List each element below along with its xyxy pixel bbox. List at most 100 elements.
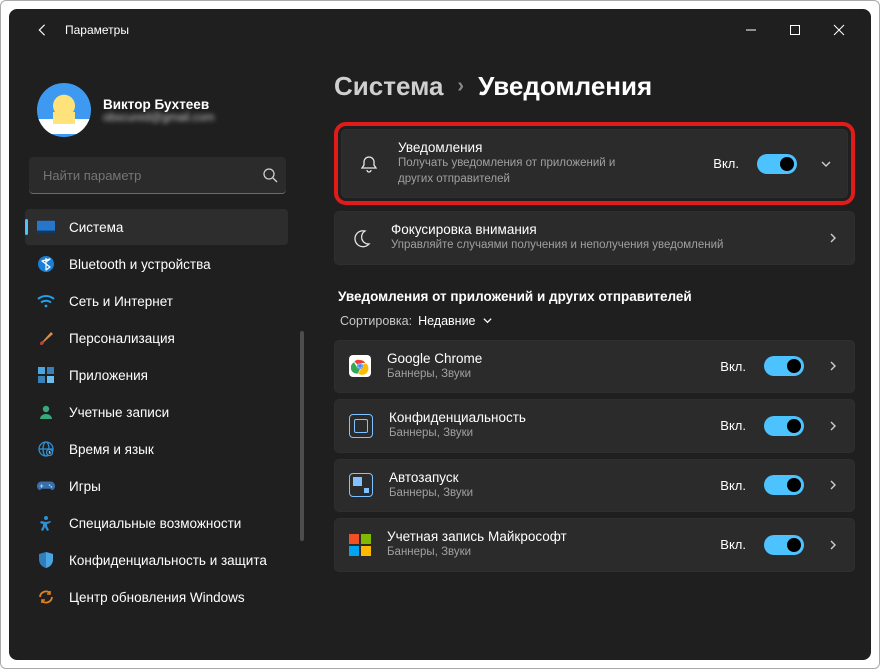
apps-icon [37,366,55,384]
window-title: Параметры [65,23,129,37]
access-icon [37,514,55,532]
sidebar-item-privacy[interactable]: Конфиденциальность и защита [25,542,288,578]
app-sub: Баннеры, Звуки [389,426,704,442]
app-toggle[interactable] [764,416,804,436]
app-sub: Баннеры, Звуки [387,367,704,383]
chevron-right-icon[interactable] [826,538,840,552]
app-notification-row[interactable]: Автозапуск Баннеры, Звуки Вкл. [334,459,855,513]
system-icon [37,218,55,236]
focus-assist-card[interactable]: Фокусировка внимания Управляйте случаями… [334,211,855,265]
notifications-toggle-card[interactable]: Уведомления Получать уведомления от прил… [341,129,848,198]
chevron-down-icon [482,315,493,326]
section-header: Уведомления от приложений и других отпра… [338,289,855,304]
app-name: Конфиденциальность [389,410,704,425]
toggle-state: Вкл. [720,359,746,374]
update-icon [37,588,55,606]
chevron-right-icon: › [457,75,464,98]
games-icon [37,477,55,495]
notifications-toggle[interactable] [757,154,797,174]
microsoft-icon [349,534,371,556]
app-notification-row[interactable]: Google Chrome Баннеры, Звуки Вкл. [334,340,855,394]
bell-icon [358,153,380,175]
sidebar-item-label: Приложения [69,368,148,383]
sort-selector[interactable]: Сортировка: Недавние [340,314,855,328]
sidebar-item-bluetooth[interactable]: Bluetooth и устройства [25,246,288,282]
sidebar-item-label: Сеть и Интернет [69,294,173,309]
sidebar-item-label: Bluetooth и устройства [69,257,211,272]
breadcrumb-root[interactable]: Система [334,71,443,102]
sidebar: Виктор Бухтеев obscured@gmail.com Систем… [9,51,304,660]
moon-icon [351,227,373,249]
bluetooth-icon [37,255,55,273]
sort-label: Сортировка: [340,314,412,328]
globe-icon [37,440,55,458]
sidebar-item-apps[interactable]: Приложения [25,357,288,393]
sidebar-item-label: Конфиденциальность и защита [69,553,267,568]
toggle-state: Вкл. [713,156,739,171]
profile-name: Виктор Бухтеев [103,97,214,112]
card-title: Фокусировка внимания [391,222,810,237]
breadcrumb: Система › Уведомления [334,71,855,102]
toggle-state: Вкл. [720,418,746,433]
app-name: Учетная запись Майкрософт [387,529,704,544]
wifi-icon [37,292,55,310]
profile[interactable]: Виктор Бухтеев obscured@gmail.com [19,51,294,155]
toggle-state: Вкл. [720,478,746,493]
sidebar-item-label: Учетные записи [69,405,169,420]
sidebar-item-label: Специальные возможности [69,516,241,531]
close-button[interactable] [817,14,861,46]
highlight-annotation: Уведомления Получать уведомления от прил… [334,122,855,205]
profile-email: obscured@gmail.com [103,112,214,124]
sidebar-scrollbar[interactable] [300,331,304,541]
sidebar-item-label: Система [69,220,123,235]
app-toggle[interactable] [764,535,804,555]
card-title: Уведомления [398,140,697,155]
app-name: Google Chrome [387,351,704,366]
app-sub: Баннеры, Звуки [387,545,704,561]
main-content: Система › Уведомления Уведомления Получа… [304,51,871,660]
avatar [37,83,91,137]
search-input[interactable] [41,167,262,184]
account-icon [37,403,55,421]
sidebar-item-update[interactable]: Центр обновления Windows [25,579,288,615]
chevron-right-icon[interactable] [826,478,840,492]
chevron-right-icon[interactable] [826,419,840,433]
sidebar-item-system[interactable]: Система [25,209,288,245]
sidebar-item-games[interactable]: Игры [25,468,288,504]
app-name: Автозапуск [389,470,704,485]
sidebar-item-label: Персонализация [69,331,175,346]
chrome-icon [349,355,371,377]
search-box[interactable] [29,157,286,194]
sidebar-item-accessibility[interactable]: Специальные возможности [25,505,288,541]
sidebar-item-label: Центр обновления Windows [69,590,245,605]
shield-icon [37,551,55,569]
chevron-down-icon[interactable] [819,157,833,171]
maximize-button[interactable] [773,14,817,46]
toggle-state: Вкл. [720,537,746,552]
card-subtitle: Получать уведомления от приложений и дру… [398,156,618,187]
titlebar: Параметры [9,9,871,51]
search-icon [262,167,278,183]
back-button[interactable] [35,23,49,37]
app-toggle[interactable] [764,475,804,495]
chevron-right-icon[interactable] [826,231,840,245]
sort-value: Недавние [418,314,475,328]
sidebar-item-time[interactable]: Время и язык [25,431,288,467]
app-notification-row[interactable]: Конфиденциальность Баннеры, Звуки Вкл. [334,399,855,453]
page-title: Уведомления [478,71,652,102]
chevron-right-icon[interactable] [826,359,840,373]
sidebar-item-label: Время и язык [69,442,154,457]
app-toggle[interactable] [764,356,804,376]
privacy-icon [349,414,373,438]
app-notification-row[interactable]: Учетная запись Майкрософт Баннеры, Звуки… [334,518,855,572]
card-subtitle: Управляйте случаями получения и неполуче… [391,238,810,254]
sidebar-item-label: Игры [69,479,101,494]
sidebar-item-accounts[interactable]: Учетные записи [25,394,288,430]
sidebar-item-personalization[interactable]: Персонализация [25,320,288,356]
nav: Система Bluetooth и устройства Сеть и Ин… [19,208,294,624]
sidebar-item-network[interactable]: Сеть и Интернет [25,283,288,319]
app-sub: Баннеры, Звуки [389,486,704,502]
minimize-button[interactable] [729,14,773,46]
autorun-icon [349,473,373,497]
brush-icon [37,329,55,347]
